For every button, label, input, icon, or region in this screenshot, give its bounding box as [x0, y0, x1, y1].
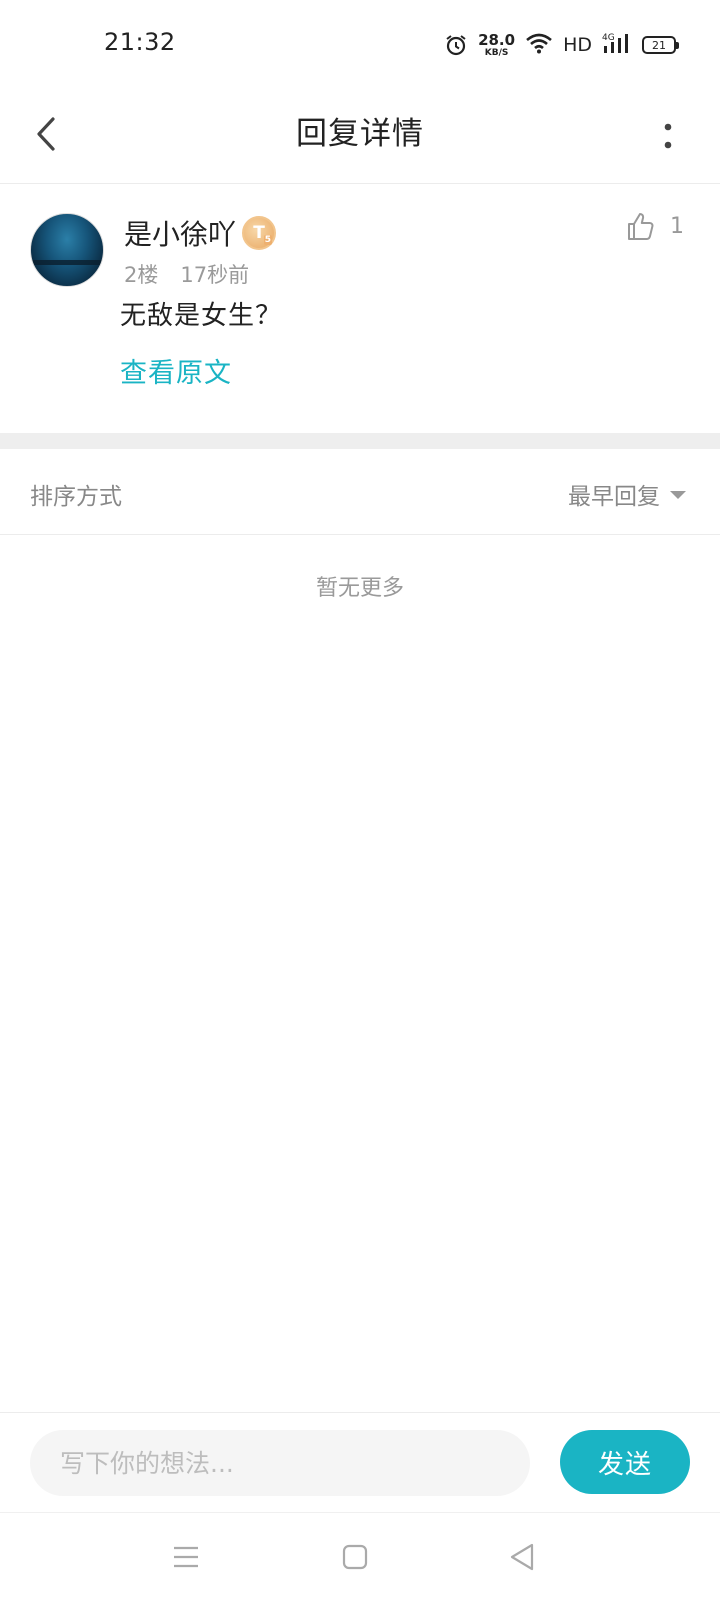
reply-content: 无敌是女生？ [120, 301, 283, 331]
reply-meta: 2楼 17秒前 [124, 259, 249, 289]
comment-bar: 发送 [0, 1412, 720, 1512]
view-original-link[interactable]: 查看原文 [120, 351, 232, 390]
level-badge-number: 5 [263, 235, 272, 245]
home-square-icon [342, 1544, 368, 1570]
network-speed: 28.0 KB/S [478, 30, 516, 58]
status-time: 21:32 [104, 28, 176, 56]
like-button[interactable]: 1 [626, 211, 684, 241]
status-bar: 21:32 28.0 KB/S HD 4G 21 [0, 0, 720, 88]
like-count: 1 [670, 213, 684, 239]
signal-icon: 4G [602, 31, 632, 59]
reply-card: 是小徐吖 T 5 1 2楼 17秒前 无敌是女生？ 查看原文 [0, 185, 720, 433]
triangle-back-icon [510, 1543, 534, 1571]
level-badge-icon: T 5 [242, 216, 276, 250]
alarm-icon [444, 33, 468, 57]
network-type: 4G [602, 33, 615, 43]
username[interactable]: 是小徐吖 [124, 213, 236, 253]
floor-number: 2楼 [124, 263, 159, 287]
network-speed-value: 28.0 [478, 30, 516, 49]
sort-dropdown[interactable]: 最早回复 [568, 477, 686, 511]
battery-icon: 21 [642, 36, 679, 54]
section-divider [0, 433, 720, 449]
app-header: 回复详情 [0, 88, 720, 184]
empty-state-text: 暂无更多 [315, 576, 404, 601]
more-vertical-icon [664, 123, 672, 149]
sort-label: 排序方式 [30, 484, 122, 510]
send-button[interactable]: 发送 [560, 1430, 690, 1494]
wifi-icon [525, 32, 553, 58]
caret-down-icon [670, 491, 686, 499]
hd-indicator: HD [563, 34, 592, 56]
system-nav-bar [0, 1512, 720, 1600]
more-options-button[interactable] [656, 110, 680, 162]
menu-icon [174, 1546, 198, 1568]
comment-input[interactable] [30, 1430, 530, 1496]
avatar[interactable] [30, 213, 104, 287]
page-title: 回复详情 [296, 116, 424, 152]
sort-selected-value: 最早回复 [568, 484, 660, 510]
menu-nav-button[interactable] [164, 1535, 208, 1579]
back-nav-button[interactable] [500, 1535, 544, 1579]
battery-level: 21 [652, 38, 666, 52]
thumbs-up-icon [628, 213, 654, 240]
reply-time: 17秒前 [180, 263, 250, 287]
status-icons: 28.0 KB/S HD 4G 21 [444, 28, 679, 62]
sort-bar: 排序方式 最早回复 [0, 449, 720, 535]
home-nav-button[interactable] [333, 1535, 377, 1579]
network-speed-unit: KB/S [484, 47, 509, 58]
